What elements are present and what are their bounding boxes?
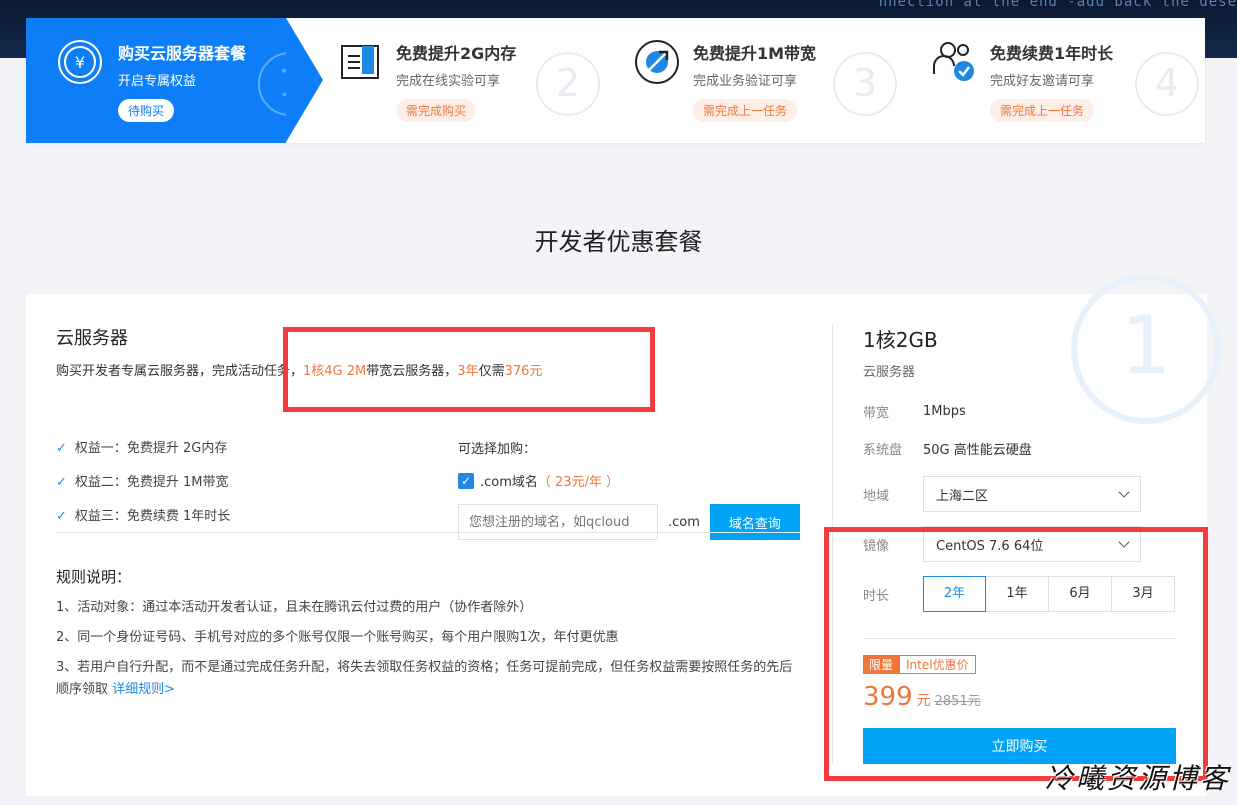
speed-arrow-icon xyxy=(635,40,679,84)
bandwidth-row: 带宽 1Mbps xyxy=(863,404,966,421)
benefit-item: ✓ 权益二：免费提升 1M带宽 xyxy=(56,475,229,490)
watermark-text: 冷曦资源博客 xyxy=(1044,762,1231,795)
disk-row: 系统盘 50G 高性能云硬盘 xyxy=(863,439,1176,458)
step-status-badge: 待购买 xyxy=(118,99,175,122)
rules-title: 规则说明： xyxy=(56,568,132,586)
domain-search: .com 域名查询 xyxy=(458,504,802,540)
divider xyxy=(56,532,802,533)
bandwidth-value: 1Mbps xyxy=(923,404,966,419)
domain-addon-option[interactable]: ✓ .com域名 （ 23元/年 ） xyxy=(458,471,802,490)
page-title: 开发者优惠套餐 xyxy=(534,228,703,256)
task-steps-bar: ¥ 购买云服务器套餐 开启专属权益 待购买 1 免费提升2G内存 完成在线实验可… xyxy=(26,18,1205,143)
region-row: 地域 上海二区 xyxy=(863,476,1176,512)
disk-value: 50G 高性能云硬盘 xyxy=(923,443,1032,458)
step-number: 1 xyxy=(258,52,322,116)
spec-title: 1核2GB xyxy=(863,328,938,352)
invite-user-icon xyxy=(933,42,974,81)
rule-item: 3、若用户自行升配，而不是通过完成任务升配，将失去领取任务权益的资格；任务可提前… xyxy=(56,660,793,697)
detail-rules-link[interactable]: 详细规则> xyxy=(112,682,175,697)
svg-text:¥: ¥ xyxy=(75,53,85,72)
step-renewal[interactable]: 免费续费1年时长 完成好友邀请可享 需完成上一任务 4 xyxy=(880,18,1205,143)
addon-title: 可选择加购： xyxy=(458,442,537,457)
rules-section: 规则说明： 1、活动对象：通过本活动开发者认证，且未在腾讯云付过费的用户（协作者… xyxy=(56,566,796,709)
step-status-badge: 需完成上一任务 xyxy=(693,99,798,122)
book-icon xyxy=(341,45,379,79)
check-icon: ✓ xyxy=(56,441,67,456)
yen-coin-icon: ¥ xyxy=(58,40,102,84)
domain-price: （ 23元/年 ） xyxy=(537,475,620,490)
rule-item: 1、活动对象：通过本活动开发者认证，且未在腾讯云付过费的用户（协作者除外） xyxy=(56,600,533,615)
check-icon: ✓ xyxy=(56,509,67,524)
step-status-badge: 需完成上一任务 xyxy=(990,99,1095,122)
addon-section: 可选择加购： ✓ .com域名 （ 23元/年 ） .com 域名查询 xyxy=(458,438,802,540)
step-number: 4 xyxy=(1135,52,1199,116)
banner-code-text: nnection at the end -add back the dese xyxy=(878,0,1237,10)
annotation-highlight-box xyxy=(824,527,1208,781)
domain-suffix: .com xyxy=(668,514,700,530)
step-memory-upgrade[interactable]: 免费提升2G内存 完成在线实验可享 需完成购买 2 xyxy=(286,18,600,143)
benefit-item: ✓ 权益三：免费续费 1年时长 xyxy=(56,509,231,524)
step-buy-server[interactable]: ¥ 购买云服务器套餐 开启专属权益 待购买 1 xyxy=(26,18,323,143)
spec-subtitle: 云服务器 xyxy=(863,365,916,380)
check-icon: ✓ xyxy=(56,475,67,490)
step-title: 购买云服务器套餐 xyxy=(118,44,247,63)
region-select[interactable]: 上海二区 xyxy=(923,476,1141,512)
annotation-highlight-box xyxy=(283,327,655,412)
benefit-item: ✓ 权益一：免费提升 2G内存 xyxy=(56,441,228,456)
domain-checkbox[interactable]: ✓ xyxy=(458,472,474,489)
domain-search-input[interactable] xyxy=(458,504,658,540)
rule-item: 2、同一个身份证号码、手机号对应的多个账号仅限一个账号购买，每个用户限购1次，年… xyxy=(56,630,619,645)
benefit-list: ✓ 权益一：免费提升 2G内存 ✓ 权益二：免费提升 1M带宽 ✓ 权益三：免费续费 … xyxy=(56,438,230,540)
step-bandwidth-upgrade[interactable]: 免费提升1M带宽 完成业务验证可享 需完成上一任务 3 xyxy=(583,18,897,143)
step-status-badge: 需完成购买 xyxy=(396,99,477,122)
domain-label: .com域名 xyxy=(480,475,538,490)
chevron-down-icon xyxy=(1118,486,1130,498)
domain-query-button[interactable]: 域名查询 xyxy=(709,504,800,540)
